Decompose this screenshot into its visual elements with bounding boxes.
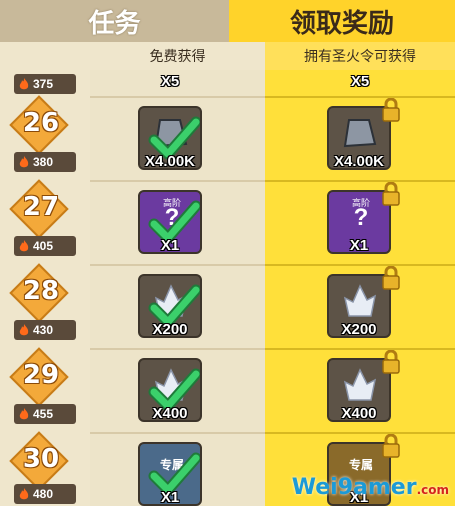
reward-row: 28 430 X200 X200 bbox=[0, 263, 455, 350]
free-reward-item[interactable]: X4.00K bbox=[138, 106, 202, 170]
fire-icon bbox=[19, 156, 29, 168]
points-value: 405 bbox=[33, 239, 54, 253]
fire-icon bbox=[19, 324, 29, 336]
premium-reward-item[interactable]: 高阶 ? X1 bbox=[327, 182, 400, 254]
points-badge: 480 bbox=[14, 484, 76, 504]
free-column-header: 免费获得 bbox=[90, 42, 265, 70]
level-number: 30 bbox=[22, 444, 60, 474]
free-reward-qty: X1 bbox=[160, 489, 180, 506]
watermark: Wei9amer.com bbox=[291, 475, 449, 500]
premium-reward-item[interactable]: X200 bbox=[327, 266, 400, 338]
free-reward-qty: X4.00K bbox=[144, 153, 196, 170]
reward-row: 29 455 X400 X400 bbox=[0, 347, 455, 434]
premium-reward-qty: X1 bbox=[349, 237, 369, 254]
level-number: 29 bbox=[22, 360, 60, 390]
points-value: 380 bbox=[33, 155, 54, 169]
tab-tasks[interactable]: 任务 bbox=[0, 0, 229, 42]
points-value: 480 bbox=[33, 487, 54, 501]
reward-row: 375 X5 X5 bbox=[0, 70, 455, 98]
free-reward-qty: X400 bbox=[152, 405, 188, 422]
fire-icon bbox=[19, 78, 29, 90]
points-badge: 380 bbox=[14, 152, 76, 172]
free-reward-item[interactable]: 高阶 ? X1 bbox=[138, 190, 202, 254]
points-value: 430 bbox=[33, 323, 54, 337]
free-reward-item[interactable]: 专属 X1 bbox=[138, 442, 202, 506]
fire-icon bbox=[19, 240, 29, 252]
points-badge: 375 bbox=[14, 74, 76, 94]
premium-reward-item[interactable]: X400 bbox=[327, 350, 400, 422]
question-mark-icon: ? bbox=[353, 204, 369, 231]
crystal-icon bbox=[343, 368, 377, 401]
premium-reward-item[interactable]: X4.00K bbox=[327, 98, 400, 170]
level-number: 28 bbox=[22, 276, 60, 306]
premium-reward-qty: X4.00K bbox=[333, 153, 385, 170]
reward-row: 27 405 高阶 ? X1 高阶 ? X1 bbox=[0, 179, 455, 266]
crystal-icon bbox=[343, 284, 377, 317]
premium-reward-qty: X400 bbox=[341, 405, 377, 422]
item-tag: 专属 bbox=[348, 458, 373, 472]
fire-icon bbox=[19, 488, 29, 500]
free-reward-qty: X5 bbox=[160, 73, 180, 90]
free-reward-qty: X200 bbox=[152, 321, 188, 338]
points-badge: 405 bbox=[14, 236, 76, 256]
premium-reward-qty: X200 bbox=[341, 321, 377, 338]
level-number: 26 bbox=[22, 108, 60, 138]
lock-icon bbox=[382, 98, 400, 122]
lock-icon bbox=[382, 434, 400, 458]
stone-icon bbox=[343, 119, 377, 148]
reward-row: 26 380 X4.00K X4.00K bbox=[0, 95, 455, 182]
free-reward-item[interactable]: X400 bbox=[138, 358, 202, 422]
lock-icon bbox=[382, 182, 400, 206]
points-value: 455 bbox=[33, 407, 54, 421]
tab-bar: 任务 领取奖励 bbox=[0, 0, 455, 42]
points-value: 375 bbox=[33, 77, 54, 91]
lock-icon bbox=[382, 266, 400, 290]
premium-reward-qty: X5 bbox=[350, 73, 370, 90]
points-badge: 455 bbox=[14, 404, 76, 424]
fire-icon bbox=[19, 408, 29, 420]
free-reward-item[interactable]: X200 bbox=[138, 274, 202, 338]
level-number: 27 bbox=[22, 192, 60, 222]
premium-column-header: 拥有圣火令可获得 bbox=[265, 42, 455, 70]
points-badge: 430 bbox=[14, 320, 76, 340]
lock-icon bbox=[382, 350, 400, 374]
free-reward-qty: X1 bbox=[160, 237, 180, 254]
tab-claim-rewards[interactable]: 领取奖励 bbox=[229, 0, 455, 42]
